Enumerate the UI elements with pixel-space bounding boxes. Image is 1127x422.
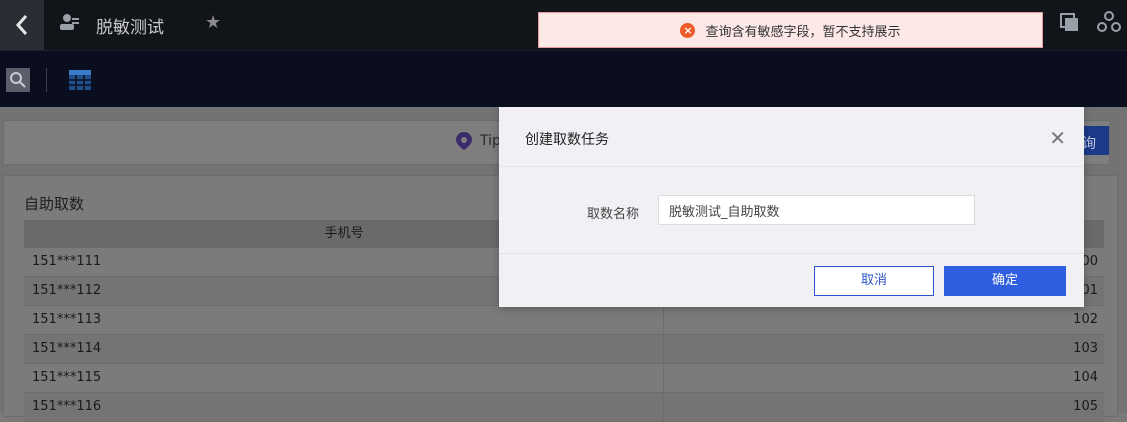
dialog-title: 创建取数任务 [525,132,609,148]
task-name-input[interactable] [658,195,975,225]
toolbar-divider [46,68,47,92]
phone-cell: 151***114 [24,335,664,363]
copy-icon[interactable] [1058,11,1080,33]
dialog-header: 创建取数任务 ✕ [499,107,1084,167]
nodes-icon[interactable] [1097,11,1121,33]
close-icon[interactable]: ✕ [1049,126,1066,150]
toast-message: 查询含有敏感字段，暂不支持展示 [705,24,901,40]
table-row[interactable]: 151***115 104 [24,364,1104,393]
table-row[interactable]: 151***113 102 [24,306,1104,335]
panel-title: 自助取数 [24,195,85,213]
location-pin-icon [456,132,472,150]
dataset-icon [60,14,79,30]
create-task-dialog: 创建取数任务 ✕ 取数名称 取消 确定 [499,107,1084,307]
tip-text: Tip [480,133,501,149]
query-search-icon[interactable] [5,67,31,93]
back-chevron-icon [15,15,28,35]
star-icon[interactable]: ★ [205,12,221,33]
phone-cell: 151***116 [24,393,664,421]
phone-cell: 151***113 [24,306,664,334]
value-cell: 104 [1073,370,1098,385]
toolbar [0,50,1127,107]
table-icon[interactable] [68,69,92,91]
query-button-label[interactable]: 询 [1082,133,1096,153]
cancel-button[interactable]: 取消 [814,266,934,296]
value-cell: 103 [1073,341,1098,356]
error-circle-icon: × [680,22,696,38]
page-title: 脱敏测试 [96,18,164,38]
table-row[interactable]: 151***114 103 [24,335,1104,364]
error-toast: × 查询含有敏感字段，暂不支持展示 [538,12,1043,48]
back-button[interactable] [0,0,44,50]
phone-cell: 151***115 [24,364,664,392]
value-cell: 105 [1073,399,1098,414]
confirm-button[interactable]: 确定 [944,266,1066,296]
task-name-label: 取数名称 [587,207,640,222]
value-cell: 102 [1073,312,1098,327]
table-row[interactable]: 151***116 105 [24,393,1104,422]
